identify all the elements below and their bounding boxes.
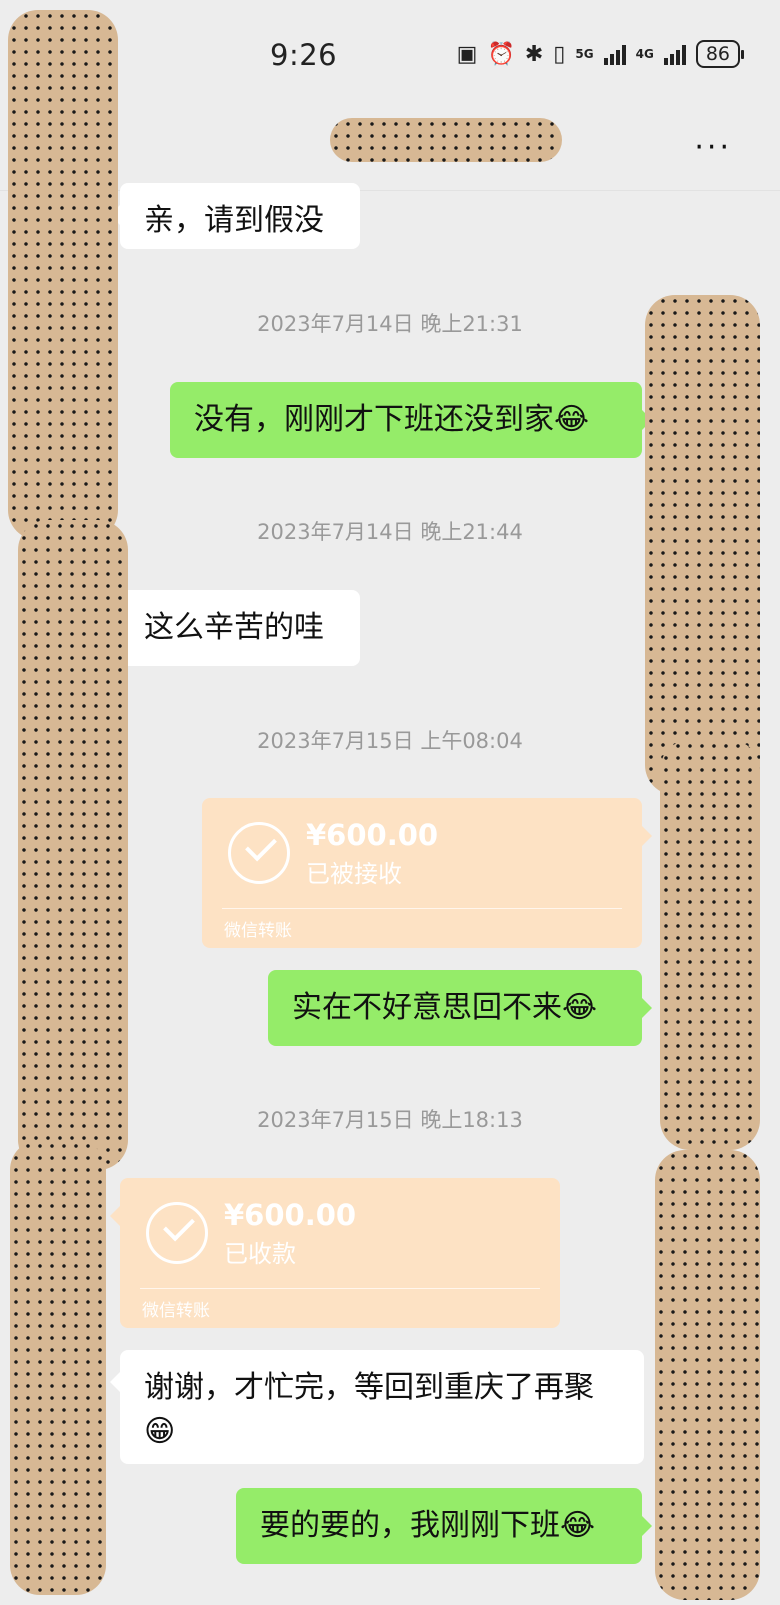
transfer-status: 已被接收 xyxy=(306,860,402,888)
message-text: 这么辛苦的哇 xyxy=(144,610,324,645)
transfer-card-outgoing[interactable]: ¥600.00 已被接收 微信转账 xyxy=(202,798,652,948)
redacted-avatar-right-bottom xyxy=(655,1150,760,1600)
laughing-tears-emoji-icon: 😂 xyxy=(560,1508,596,1543)
network-5g-label: 5G xyxy=(575,47,594,61)
signal-5g-icon xyxy=(603,43,626,65)
nfc-icon: ▣ xyxy=(456,41,478,67)
redacted-avatar-right-top xyxy=(645,295,760,795)
transfer-amount: ¥600.00 xyxy=(306,818,439,852)
message-text: 亲，请到假没 xyxy=(144,203,324,238)
message-text: 谢谢，才忙完，等回到重庆了再聚 xyxy=(144,1370,594,1405)
transfer-divider xyxy=(140,1288,540,1289)
alarm-icon: ⏰ xyxy=(487,41,515,67)
battery-indicator: 86 xyxy=(695,40,745,68)
redacted-contact-name xyxy=(330,118,562,162)
status-icons: ▣ ⏰ ✱ ▯ 5G 4G 86 xyxy=(456,40,745,68)
bluetooth-icon: ✱ xyxy=(524,41,544,67)
message-outgoing[interactable]: 没有，刚刚才下班还没到家😂 xyxy=(170,382,652,458)
grinning-emoji-icon: 😁 xyxy=(144,1414,176,1449)
status-time: 9:26 xyxy=(270,38,338,72)
redacted-avatar-left-bottom xyxy=(10,1140,106,1595)
message-incoming[interactable]: 这么辛苦的哇 xyxy=(110,590,360,666)
transfer-type-label: 微信转账 xyxy=(224,921,292,941)
transfer-amount: ¥600.00 xyxy=(224,1198,357,1232)
message-text: 没有，刚刚才下班还没到家 xyxy=(194,402,554,437)
network-4g-label: 4G xyxy=(635,47,654,61)
message-text: 要的要的，我刚刚下班 xyxy=(260,1508,560,1543)
laughing-tears-emoji-icon: 😂 xyxy=(554,402,590,437)
message-incoming[interactable]: 谢谢，才忙完，等回到重庆了再聚 😁 xyxy=(110,1350,644,1464)
redacted-avatar-right-mid xyxy=(660,740,760,1150)
vibrate-icon: ▯ xyxy=(553,41,566,67)
transfer-divider xyxy=(222,908,622,909)
message-text: 实在不好意思回不来 xyxy=(292,990,562,1025)
transfer-card-incoming[interactable]: ¥600.00 已收款 微信转账 xyxy=(110,1178,560,1328)
redacted-avatar-left-top xyxy=(8,10,118,540)
signal-4g-icon xyxy=(663,43,686,65)
laughing-tears-emoji-icon: 😂 xyxy=(562,990,598,1025)
redacted-avatar-left-mid xyxy=(18,520,128,1170)
more-options-button[interactable]: ··· xyxy=(694,130,732,165)
message-outgoing[interactable]: 要的要的，我刚刚下班😂 xyxy=(236,1488,652,1564)
check-circle-icon xyxy=(146,1202,208,1264)
check-circle-icon xyxy=(228,822,290,884)
transfer-status: 已收款 xyxy=(224,1240,296,1268)
message-incoming[interactable]: 亲，请到假没 xyxy=(110,183,360,249)
message-outgoing[interactable]: 实在不好意思回不来😂 xyxy=(268,970,652,1046)
transfer-type-label: 微信转账 xyxy=(142,1301,210,1321)
